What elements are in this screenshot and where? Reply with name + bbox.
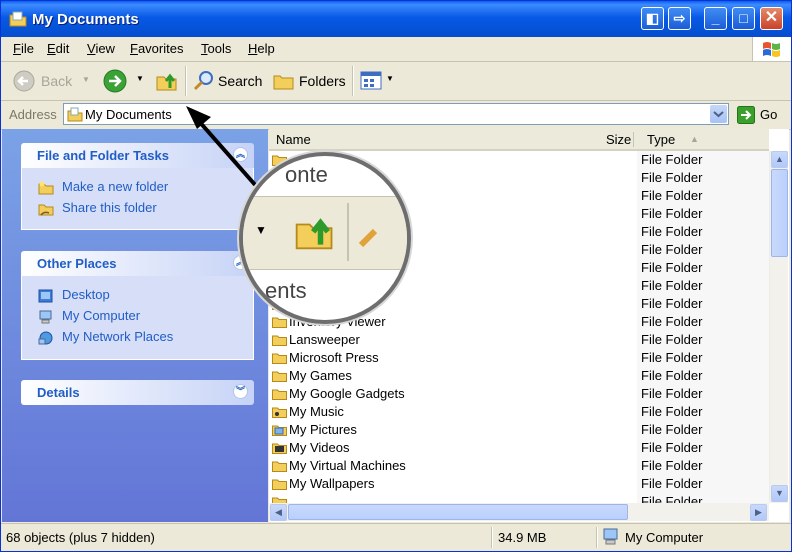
magnified-text-bottom: ents	[265, 278, 307, 303]
magnified-dropdown-icon: ▼	[255, 223, 267, 237]
explorer-window: My Documents ◧ ⇨ _ □ ✕ File Edit View Fa…	[0, 0, 792, 552]
magnified-search-icon	[358, 228, 378, 248]
magnified-text-top: onte	[285, 162, 328, 187]
magnifier-callout: onte ▼ ents	[239, 152, 411, 324]
magnified-up-folder-icon	[295, 218, 333, 250]
